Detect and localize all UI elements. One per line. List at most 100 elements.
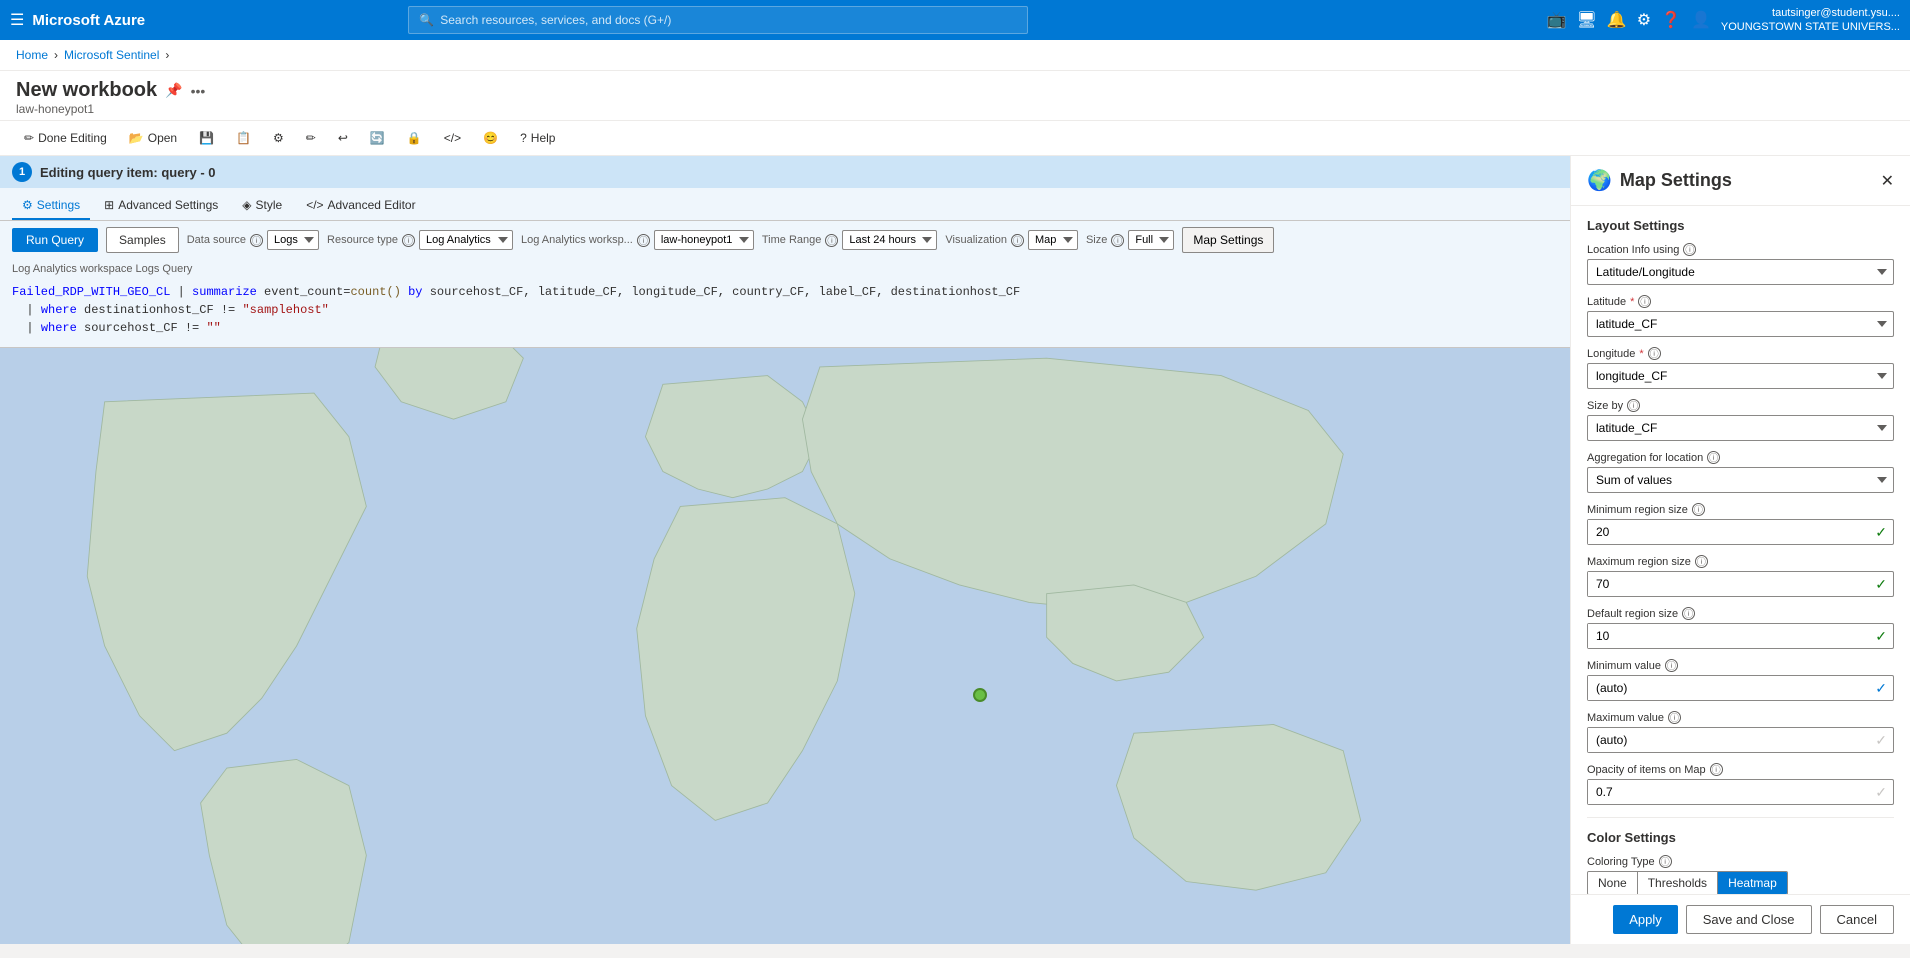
breadcrumb-sentinel[interactable]: Microsoft Sentinel (64, 48, 159, 62)
done-editing-icon: ✏ (24, 131, 34, 145)
samples-button[interactable]: Samples (106, 227, 179, 253)
refresh-button[interactable]: 🔄 (362, 127, 393, 149)
min-region-input[interactable] (1588, 520, 1869, 544)
info-icon-opacity[interactable]: ⓘ (1710, 763, 1723, 776)
info-icon-location[interactable]: ⓘ (1683, 243, 1696, 256)
resource-type-select[interactable]: Log Analytics (419, 230, 513, 250)
latitude-select[interactable]: latitude_CF (1587, 311, 1894, 337)
breadcrumb-home[interactable]: Home (16, 48, 48, 62)
info-icon-resource[interactable]: ⓘ (402, 234, 415, 247)
info-icon-viz[interactable]: ⓘ (1011, 234, 1024, 247)
opacity-input-row: ✓ (1587, 779, 1894, 805)
map-settings-button[interactable]: Map Settings (1182, 227, 1274, 253)
world-map-svg (0, 348, 1570, 944)
settings-button[interactable]: ⚙ (265, 127, 292, 149)
save-icon: 💾 (199, 131, 214, 145)
workspace-select[interactable]: law-honeypot1 (654, 230, 754, 250)
max-value-label: Maximum value ⓘ (1587, 711, 1894, 724)
style-tab-icon: ◈ (242, 198, 251, 212)
info-icon-sizeby[interactable]: ⓘ (1627, 399, 1640, 412)
tab-advanced-editor[interactable]: </> Advanced Editor (296, 192, 425, 220)
apply-button[interactable]: Apply (1613, 905, 1678, 934)
info-icon-size[interactable]: ⓘ (1111, 234, 1124, 247)
longitude-select[interactable]: longitude_CF (1587, 363, 1894, 389)
advanced-settings-tab-label: Advanced Settings (118, 198, 218, 212)
portal-icon[interactable]: 🖥 (1576, 10, 1596, 30)
info-icon-default-region[interactable]: ⓘ (1682, 607, 1695, 620)
max-value-input[interactable] (1588, 728, 1869, 752)
feedback-icon[interactable]: 📺 (1547, 10, 1567, 30)
info-icon-latitude[interactable]: ⓘ (1638, 295, 1651, 308)
open-label: Open (148, 131, 177, 145)
tab-style[interactable]: ◈ Style (232, 192, 292, 220)
min-value-input[interactable] (1588, 676, 1869, 700)
copy-icon: 📋 (236, 131, 251, 145)
help-icon[interactable]: ❓ (1661, 10, 1681, 30)
save-button[interactable]: 💾 (191, 127, 222, 149)
more-icon[interactable]: ••• (191, 83, 206, 99)
open-icon: 📂 (129, 131, 144, 145)
info-icon-coloring[interactable]: ⓘ (1659, 855, 1672, 868)
info-icon-min-region[interactable]: ⓘ (1692, 503, 1705, 516)
default-region-input[interactable] (1588, 624, 1869, 648)
resource-type-group: Resource type ⓘ Log Analytics (327, 230, 513, 250)
latitude-label: Latitude * ⓘ (1587, 295, 1894, 308)
size-select[interactable]: Full (1128, 230, 1174, 250)
tab-advanced-settings[interactable]: ⊞ Advanced Settings (94, 192, 228, 220)
panel-close-button[interactable]: ✕ (1881, 171, 1894, 191)
location-info-select[interactable]: Latitude/Longitude (1587, 259, 1894, 285)
notifications-icon[interactable]: 🔔 (1607, 10, 1627, 30)
time-range-label: Time Range (762, 234, 822, 246)
advanced-editor-tab-label: Advanced Editor (328, 198, 416, 212)
info-icon-min-val[interactable]: ⓘ (1665, 659, 1678, 672)
info-icon-agg-loc[interactable]: ⓘ (1707, 451, 1720, 464)
data-source-select[interactable]: Logs (267, 230, 319, 250)
size-by-group: Size by ⓘ latitude_CF (1587, 399, 1894, 441)
page-header: New workbook 📌 ••• law-honeypot1 (0, 71, 1910, 121)
save-close-button[interactable]: Save and Close (1686, 905, 1812, 934)
visualization-select[interactable]: Map (1028, 230, 1078, 250)
tabs-row: ⚙ Settings ⊞ Advanced Settings ◈ Style <… (0, 188, 1570, 221)
latitude-group: Latitude * ⓘ latitude_CF (1587, 295, 1894, 337)
max-region-input[interactable] (1588, 572, 1869, 596)
aggregation-location-select[interactable]: Sum of values (1587, 467, 1894, 493)
min-region-input-row: ✓ (1587, 519, 1894, 545)
pin-icon[interactable]: 📌 (165, 82, 182, 99)
user-org: YOUNGSTOWN STATE UNIVERS... (1721, 20, 1900, 34)
page-title: New workbook (16, 79, 157, 102)
undo-button[interactable]: ↩ (330, 127, 356, 149)
run-query-button[interactable]: Run Query (12, 228, 98, 252)
edit-button[interactable]: ✏ (298, 127, 324, 149)
default-region-label: Default region size ⓘ (1587, 607, 1894, 620)
coloring-thresholds-button[interactable]: Thresholds (1638, 872, 1718, 894)
opacity-input[interactable] (1588, 780, 1869, 804)
coloring-none-button[interactable]: None (1588, 872, 1638, 894)
user-icon[interactable]: 👤 (1691, 10, 1711, 30)
lock-button[interactable]: 🔒 (399, 127, 430, 149)
controls-row: Run Query Samples Data source ⓘ Logs Res… (0, 221, 1570, 259)
info-icon-timerange[interactable]: ⓘ (825, 234, 838, 247)
info-icon-longitude[interactable]: ⓘ (1648, 347, 1661, 360)
info-icon-datasource[interactable]: ⓘ (250, 234, 263, 247)
coloring-type-group: Coloring Type ⓘ None Thresholds Heatmap (1587, 855, 1894, 894)
size-by-select[interactable]: latitude_CF (1587, 415, 1894, 441)
tab-settings[interactable]: ⚙ Settings (12, 192, 90, 220)
open-button[interactable]: 📂 Open (121, 127, 185, 149)
help-toolbar-button[interactable]: ? Help (512, 127, 563, 149)
settings-icon[interactable]: ⚙ (1637, 10, 1651, 30)
opacity-label: Opacity of items on Map ⓘ (1587, 763, 1894, 776)
size-label: Size (1086, 234, 1107, 246)
done-editing-button[interactable]: ✏ Done Editing (16, 127, 115, 149)
info-icon-max-region[interactable]: ⓘ (1695, 555, 1708, 568)
copy-button[interactable]: 📋 (228, 127, 259, 149)
search-bar[interactable]: 🔍 Search resources, services, and docs (… (408, 6, 1028, 34)
info-icon-max-val[interactable]: ⓘ (1668, 711, 1681, 724)
coloring-heatmap-button[interactable]: Heatmap (1718, 872, 1787, 894)
cancel-button[interactable]: Cancel (1820, 905, 1894, 934)
info-icon-workspace[interactable]: ⓘ (637, 234, 650, 247)
map-settings-panel: 🌍 Map Settings ✕ Layout Settings Locatio… (1570, 156, 1910, 944)
hamburger-icon[interactable]: ☰ (10, 10, 24, 30)
emoji-button[interactable]: 😊 (475, 127, 506, 149)
time-range-select[interactable]: Last 24 hours (842, 230, 937, 250)
code-button[interactable]: </> (436, 127, 469, 149)
